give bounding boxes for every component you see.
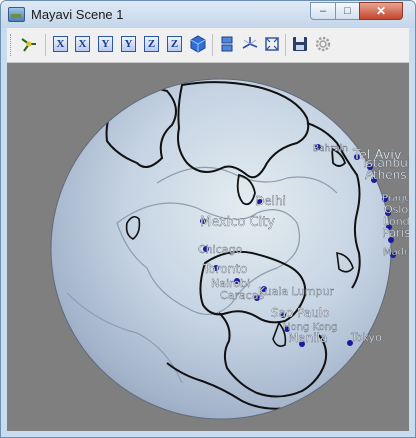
mayavi-window: Mayavi Scene 1 ‒ □ ✕ X X Y Y Z Z Bahrain… <box>0 0 416 438</box>
globe-render[interactable]: Bahrain Tel Aviv Istanbul Athens Delhi M… <box>7 63 409 431</box>
city-label: Mexico City <box>200 215 275 230</box>
city-label: Kuala Lumpur <box>258 285 334 298</box>
save-icon[interactable] <box>291 35 309 53</box>
close-button[interactable]: ✕ <box>359 2 403 20</box>
full-screen-icon[interactable] <box>263 35 281 53</box>
city-label: Manila <box>288 331 327 345</box>
minimize-button[interactable]: ‒ <box>310 2 336 20</box>
title-bar[interactable]: Mayavi Scene 1 ‒ □ ✕ <box>1 1 415 28</box>
isometric-view-icon[interactable] <box>189 35 207 53</box>
city-label: Paris <box>382 226 409 240</box>
app-icon <box>8 7 25 22</box>
gear-icon[interactable] <box>314 35 332 53</box>
view-z-minus-button[interactable]: Z <box>167 36 182 52</box>
view-y-plus-button[interactable]: Y <box>98 36 113 52</box>
view-x-plus-button[interactable]: X <box>53 36 68 52</box>
city-label: Bahrain <box>313 144 348 154</box>
toolbar-separator <box>212 34 213 56</box>
view-y-minus-button[interactable]: Y <box>121 36 136 52</box>
maximize-button[interactable]: □ <box>335 2 360 20</box>
city-label: Madrid <box>383 247 409 258</box>
window-title: Mayavi Scene 1 <box>31 7 124 22</box>
pipeline-icon[interactable] <box>20 35 38 53</box>
parallel-projection-icon[interactable] <box>218 35 236 53</box>
toolbar-separator <box>45 34 46 56</box>
city-label: Toronto <box>202 262 247 276</box>
city-label: Sao Paulo <box>271 306 329 320</box>
city-label: Delhi <box>255 194 286 208</box>
city-label: Chicago <box>198 243 242 256</box>
toolbar-grip[interactable] <box>10 34 14 56</box>
view-z-plus-button[interactable]: Z <box>144 36 159 52</box>
scene-toolbar: X X Y Y Z Z <box>7 28 409 63</box>
axes-indicator-icon[interactable] <box>241 35 259 53</box>
view-x-minus-button[interactable]: X <box>75 36 90 52</box>
toolbar-separator <box>285 34 286 56</box>
city-label: Athens <box>365 168 407 182</box>
city-label: Tokyo <box>350 331 382 344</box>
scene-viewport[interactable]: Bahrain Tel Aviv Istanbul Athens Delhi M… <box>7 63 409 431</box>
